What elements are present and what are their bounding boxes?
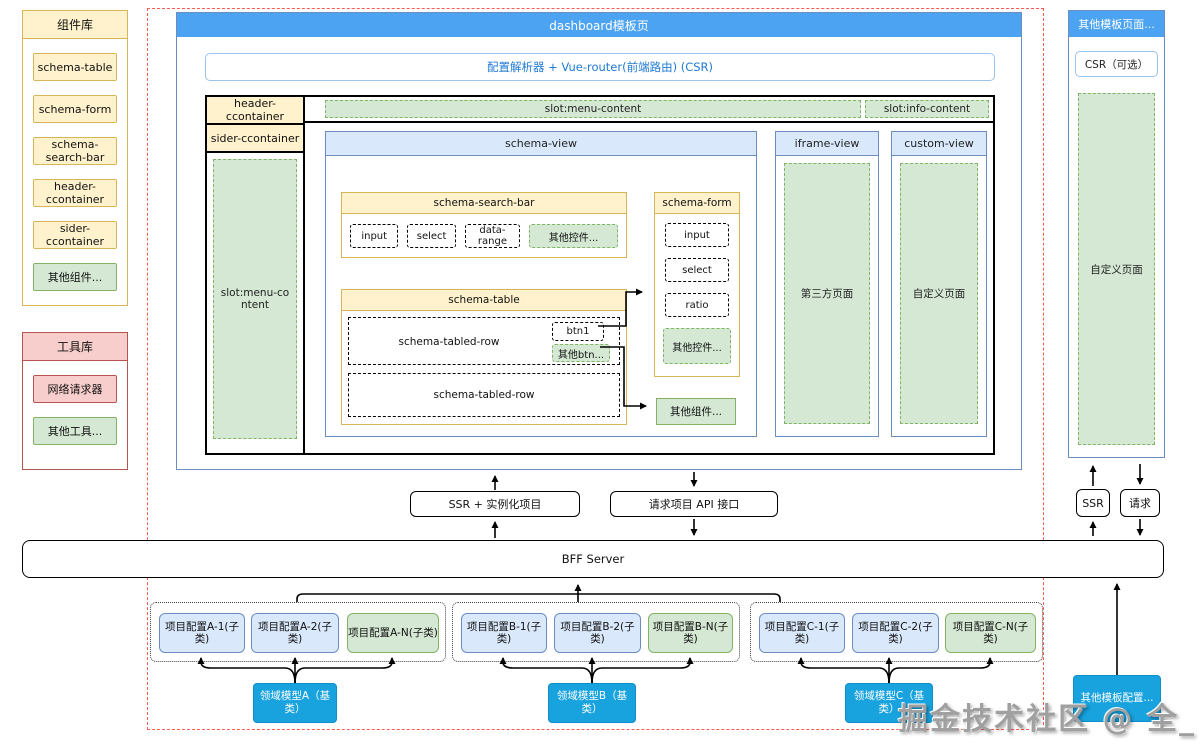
schema-table-title: schema-table <box>342 290 626 311</box>
custom-view-panel: custom-view 自定义页面 <box>891 131 987 437</box>
custom-view-title: custom-view <box>892 132 986 156</box>
config-a2: 项目配置A-2(子类) <box>251 613 339 653</box>
schema-table-row-1-label: schema-tabled-row <box>398 336 500 348</box>
layout-left-column: header-ccontainer sider-ccontainer slot:… <box>207 97 305 453</box>
sider-slot-menu-content: slot:menu-content <box>213 159 297 439</box>
project-config-group-a: 项目配置A-1(子类) 项目配置A-2(子类) 项目配置A-N(子类) <box>150 602 446 662</box>
config-parser-box: 配置解析器 + Vue-router(前端路由) (CSR) <box>205 53 995 81</box>
schema-table-box: schema-table schema-tabled-row btn1 其他bt… <box>341 289 627 425</box>
iframe-view-title: iframe-view <box>776 132 878 156</box>
search-control-other: 其他控件... <box>529 224 618 248</box>
header-row-right: slot:menu-content slot:info-content <box>305 97 993 123</box>
tool-item-other: 其他工具... <box>33 417 117 445</box>
sider-ccontainer-cell: sider-ccontainer <box>207 125 303 153</box>
dashboard-template-panel: dashboard模板页 配置解析器 + Vue-router(前端路由) (C… <box>176 12 1022 470</box>
project-config-group-c: 项目配置C-1(子类) 项目配置C-2(子类) 项目配置C-N(子类) <box>750 602 1043 662</box>
form-control-select: select <box>665 258 729 282</box>
config-bn: 项目配置B-N(子类) <box>648 613 733 653</box>
schema-table-row-2: schema-tabled-row <box>348 373 620 417</box>
component-item-sider-ccontainer: sider-ccontainer <box>33 221 117 249</box>
form-control-ratio: ratio <box>665 293 729 317</box>
bff-server-bar: BFF Server <box>22 540 1164 578</box>
iframe-view-panel: iframe-view 第三方页面 <box>775 131 879 437</box>
config-an: 项目配置A-N(子类) <box>347 613 439 653</box>
component-item-header-ccontainer: header-ccontainer <box>33 179 117 207</box>
domain-model-a: 领域模型A（基类） <box>253 683 337 723</box>
request-api-box: 请求项目 API 接口 <box>610 491 778 517</box>
schema-form-title: schema-form <box>655 193 739 214</box>
ssr-small-box: SSR <box>1076 489 1110 517</box>
config-c2: 项目配置C-2(子类) <box>852 613 939 653</box>
domain-model-b: 领域模型B（基类） <box>548 683 636 723</box>
component-library-title: 组件库 <box>23 11 127 39</box>
search-control-data-range: data-range <box>464 224 521 248</box>
search-control-select: select <box>407 224 456 248</box>
component-item-other: 其他组件... <box>33 263 117 291</box>
other-template-title: 其他模板页面... <box>1069 11 1164 37</box>
component-item-schema-search-bar: schema-search-bar <box>33 137 117 165</box>
component-item-schema-table: schema-table <box>33 53 117 81</box>
config-a1: 项目配置A-1(子类) <box>159 613 245 653</box>
third-party-page: 第三方页面 <box>784 163 870 424</box>
watermark-text: 掘金技术社区 @ 全_ <box>898 702 1196 737</box>
schema-form-box: schema-form input select ratio 其他控件... <box>654 192 740 377</box>
component-library-panel: 组件库 schema-table schema-form schema-sear… <box>22 10 128 306</box>
ssr-instance-box: SSR + 实例化项目 <box>410 491 580 517</box>
csr-optional-box: CSR（可选） <box>1075 51 1158 77</box>
slot-info-content: slot:info-content <box>865 100 989 118</box>
layout-table: header-ccontainer sider-ccontainer slot:… <box>205 95 995 455</box>
search-control-input: input <box>350 224 399 248</box>
component-item-schema-form: schema-form <box>33 95 117 123</box>
tool-item-network: 网络请求器 <box>33 375 117 403</box>
config-cn: 项目配置C-N(子类) <box>945 613 1036 653</box>
schema-search-bar-box: schema-search-bar input select data-rang… <box>341 192 627 258</box>
other-btn-chip: 其他btn... <box>552 344 610 362</box>
btn1-chip: btn1 <box>552 322 604 341</box>
config-c1: 项目配置C-1(子类) <box>759 613 845 653</box>
config-b2: 项目配置B-2(子类) <box>554 613 641 653</box>
tool-library-panel: 工具库 网络请求器 其他工具... <box>22 332 128 470</box>
custom-page: 自定义页面 <box>900 163 978 424</box>
tool-library-title: 工具库 <box>23 333 127 361</box>
project-config-group-b: 项目配置B-1(子类) 项目配置B-2(子类) 项目配置B-N(子类) <box>452 602 740 662</box>
config-b1: 项目配置B-1(子类) <box>461 613 547 653</box>
other-template-custom-page: 自定义页面 <box>1078 93 1155 445</box>
dashboard-title: dashboard模板页 <box>177 13 1021 37</box>
request-small-box: 请求 <box>1120 489 1160 517</box>
slot-menu-content: slot:menu-content <box>325 100 861 118</box>
form-control-input: input <box>665 223 729 247</box>
schema-table-row-1: schema-tabled-row btn1 其他btn... <box>348 317 620 365</box>
header-ccontainer-cell: header-ccontainer <box>207 97 303 125</box>
schema-search-bar-title: schema-search-bar <box>342 193 626 214</box>
other-component-box: 其他组件... <box>656 398 736 425</box>
form-control-other: 其他控件... <box>663 328 731 364</box>
schema-view-title: schema-view <box>326 132 756 156</box>
other-template-panel: 其他模板页面... CSR（可选） 自定义页面 <box>1068 10 1165 458</box>
schema-view-panel: schema-view schema-search-bar input sele… <box>325 131 757 437</box>
